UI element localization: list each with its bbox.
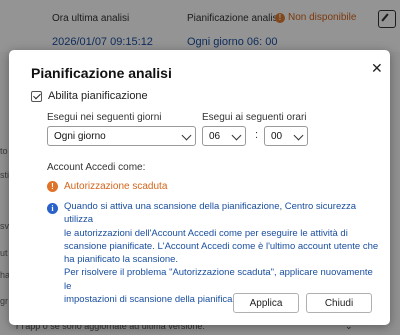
dialog-title: Pianificazione analisi — [31, 65, 172, 81]
chevron-down-icon — [181, 130, 192, 141]
enable-schedule-label: Abilita pianificazione — [48, 90, 148, 102]
time-separator: : — [255, 129, 259, 141]
chevron-down-icon — [293, 130, 304, 141]
info-line: scansione pianificate. L'Account Accedi … — [64, 240, 379, 252]
close-button[interactable]: Chiudi — [306, 293, 372, 313]
enable-schedule-row[interactable]: Abilita pianificazione — [31, 90, 148, 102]
minute-select[interactable]: 00 — [264, 126, 308, 146]
enable-schedule-checkbox[interactable] — [31, 90, 42, 102]
warning-text: Autorizzazione scaduta — [64, 181, 168, 192]
warning-icon: ! — [47, 181, 58, 192]
days-select-value: Ogni giorno — [54, 131, 106, 142]
days-label: Esegui nei seguenti giorni — [47, 112, 162, 123]
hour-select[interactable]: 06 — [202, 126, 246, 146]
chevron-down-icon — [231, 130, 242, 141]
days-select[interactable]: Ogni giorno — [47, 126, 196, 146]
info-line: Per risolvere il problema "Autorizzazion… — [64, 267, 373, 292]
info-message: Quando si attiva una scansione della pia… — [64, 200, 382, 306]
info-icon: i — [47, 203, 58, 214]
minute-select-value: 00 — [271, 131, 283, 142]
authorization-warning: ! Autorizzazione scaduta — [47, 181, 167, 192]
times-label: Esegui ai seguenti orari — [202, 112, 307, 123]
info-line: Quando si attiva una scansione della pia… — [64, 201, 357, 226]
schedule-dialog: Pianificazione analisi ✕ Abilita pianifi… — [9, 50, 390, 325]
hour-select-value: 06 — [209, 131, 221, 142]
info-line: le autorizzazioni dell'Account Accedi co… — [64, 227, 348, 239]
apply-button[interactable]: Applica — [233, 293, 299, 313]
info-line: ha pianificato la scansione. — [64, 254, 179, 266]
account-label: Account Accedi come: — [47, 162, 146, 173]
close-icon[interactable]: ✕ — [371, 61, 383, 75]
